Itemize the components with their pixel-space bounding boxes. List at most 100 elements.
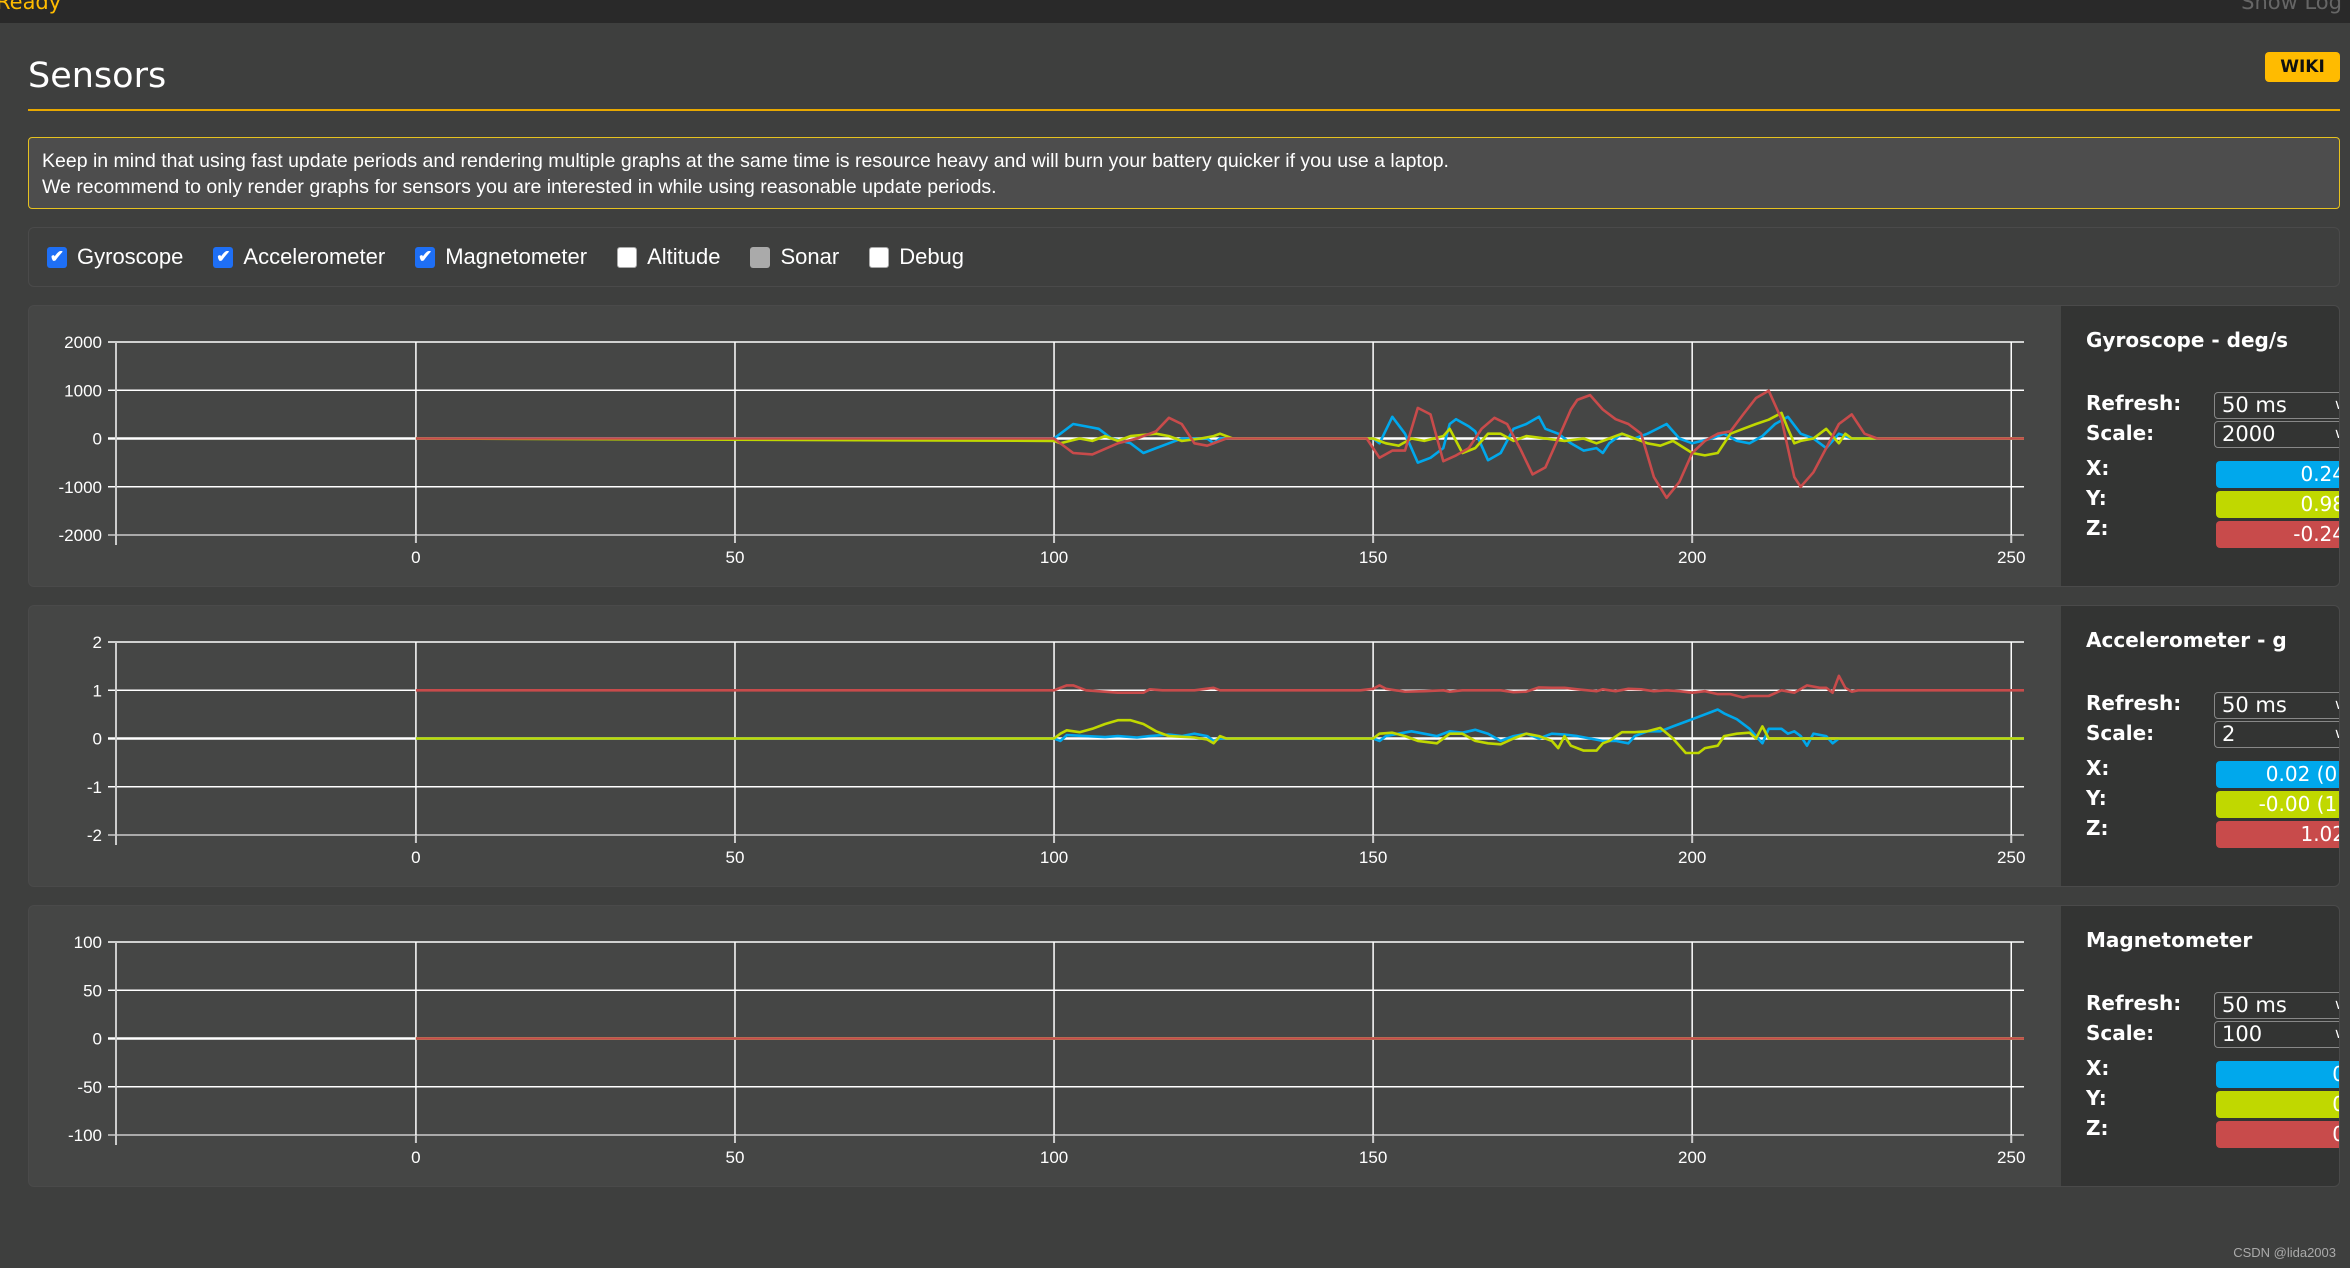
sensor-toggle-debug[interactable]: Debug <box>869 244 964 270</box>
checkbox-unchecked-icon[interactable] <box>617 246 638 268</box>
checkbox-unchecked-icon[interactable] <box>869 246 890 268</box>
checkbox-checked-icon[interactable]: ✔ <box>415 246 436 268</box>
y-tick-label: 2000 <box>64 333 102 352</box>
checkbox-checked-icon[interactable]: ✔ <box>213 246 234 268</box>
note-line-2: We recommend to only render graphs for s… <box>42 176 997 198</box>
sensor-toggle-label: Accelerometer <box>243 244 386 269</box>
z-value: 0 <box>2216 1121 2339 1148</box>
x-value: 0.24 <box>2216 461 2339 488</box>
sensor-toggle-sonar: Sonar <box>750 244 839 270</box>
chevron-down-icon: ∨ <box>2334 1022 2339 1046</box>
y-tick-label: -2000 <box>59 526 102 545</box>
chevron-down-icon: ∨ <box>2334 422 2339 446</box>
panel-title: Gyroscope - deg/s <box>2086 328 2289 352</box>
page-title: Sensors <box>28 56 167 96</box>
sensor-toggle-magnetometer[interactable]: ✔ Magnetometer <box>415 244 587 270</box>
series-z-line <box>415 674 2024 699</box>
y-value: -0.00 (1) <box>2216 791 2339 818</box>
checkbox-unchecked-icon[interactable] <box>750 246 771 268</box>
x-label: X: <box>2086 1056 2110 1080</box>
checkbox-checked-icon[interactable]: ✔ <box>47 246 67 268</box>
scale-select[interactable]: 100 ∨ <box>2214 1021 2339 1048</box>
sensor-toggles: ✔ Gyroscope ✔ Accelerometer ✔ Magnetometer Alt… <box>28 227 2340 287</box>
connection-status: Ready <box>0 0 62 14</box>
panel-title: Magnetometer <box>2086 928 2253 952</box>
y-tick-label: 0 <box>93 430 102 449</box>
x-tick-label: 50 <box>726 848 745 867</box>
refresh-select[interactable]: 50 ms ∨ <box>2214 992 2339 1019</box>
scale-value: 2 <box>2222 722 2236 746</box>
chevron-down-icon: ∨ <box>2334 993 2339 1017</box>
x-tick-label: 50 <box>726 1148 745 1167</box>
y-tick-label: -2 <box>87 826 102 845</box>
scale-value: 100 <box>2222 1022 2263 1046</box>
refresh-label: Refresh: <box>2086 691 2182 715</box>
performance-note: Keep in mind that using fast update peri… <box>28 137 2340 209</box>
chevron-down-icon: ∨ <box>2334 693 2339 717</box>
refresh-label: Refresh: <box>2086 391 2182 415</box>
y-tick-label: 0 <box>93 730 102 749</box>
x-tick-label: 50 <box>726 548 745 567</box>
y-tick-label: 1 <box>93 681 102 700</box>
sensor-toggle-label: Altitude <box>647 244 721 269</box>
y-value: 0.98 <box>2216 491 2339 518</box>
y-tick-label: 0 <box>93 1030 102 1049</box>
x-tick-label: 100 <box>1040 848 1068 867</box>
y-tick-label: 100 <box>74 933 102 952</box>
x-tick-label: 150 <box>1359 848 1387 867</box>
z-value: -0.24 <box>2216 521 2339 548</box>
gyroscope-panel: 2000 1000 0 -1000 -2000 0 50 100 150 200 250 Gyros… <box>28 305 2340 587</box>
scale-value: 2000 <box>2222 422 2276 446</box>
series-z-line <box>415 389 2024 500</box>
x-tick-label: 250 <box>1997 1148 2025 1167</box>
show-log-link[interactable]: Show Log <box>2241 0 2342 14</box>
magnetometer-chart: 100 50 0 -50 -100 0 50 100 150 200 250 <box>68 933 2025 1167</box>
x-value: 0.02 (0) <box>2216 761 2339 788</box>
refresh-value: 50 ms <box>2222 693 2287 717</box>
scale-label: Scale: <box>2086 421 2155 445</box>
x-tick-label: 200 <box>1678 848 1706 867</box>
y-label: Y: <box>2086 486 2107 510</box>
series-x-line <box>415 708 2024 747</box>
x-tick-label: 250 <box>1997 848 2025 867</box>
scale-select[interactable]: 2000 ∨ <box>2214 421 2339 448</box>
x-tick-label: 150 <box>1359 1148 1387 1167</box>
sensor-toggle-label: Sonar <box>780 244 840 269</box>
x-tick-label: 100 <box>1040 548 1068 567</box>
x-tick-label: 0 <box>411 848 420 867</box>
x-tick-label: 0 <box>411 548 420 567</box>
scale-label: Scale: <box>2086 1021 2155 1045</box>
z-value: 1.02 <box>2216 821 2339 848</box>
y-tick-label: 50 <box>83 981 102 1000</box>
y-tick-label: 2 <box>93 633 102 652</box>
refresh-select[interactable]: 50 ms ∨ <box>2214 692 2339 719</box>
y-value: 0 <box>2216 1091 2339 1118</box>
x-label: X: <box>2086 456 2110 480</box>
accelerometer-chart: 2 1 0 -1 -2 0 50 100 150 200 250 <box>87 633 2026 867</box>
y-tick-label: -100 <box>68 1126 102 1145</box>
note-line-1: Keep in mind that using fast update peri… <box>42 150 1449 172</box>
gyroscope-settings: Gyroscope - deg/s Refresh: 50 ms ∨ Scale:… <box>2061 306 2339 586</box>
chevron-down-icon: ∨ <box>2334 393 2339 417</box>
z-label: Z: <box>2086 1116 2109 1140</box>
x-tick-label: 150 <box>1359 548 1387 567</box>
top-status-bar: Ready Show Log <box>0 0 2350 23</box>
sensor-toggle-accelerometer[interactable]: ✔ Accelerometer <box>213 244 385 270</box>
y-tick-label: 1000 <box>64 381 102 400</box>
sensor-toggle-label: Gyroscope <box>77 244 184 269</box>
wiki-button[interactable]: WIKI <box>2265 52 2340 82</box>
sensor-toggle-altitude[interactable]: Altitude <box>617 244 720 270</box>
refresh-value: 50 ms <box>2222 393 2287 417</box>
y-tick-label: -1 <box>87 778 102 797</box>
refresh-label: Refresh: <box>2086 991 2182 1015</box>
x-tick-label: 200 <box>1678 548 1706 567</box>
y-tick-label: -1000 <box>59 478 102 497</box>
sensor-toggle-gyroscope[interactable]: ✔ Gyroscope <box>47 244 183 270</box>
refresh-select[interactable]: 50 ms ∨ <box>2214 392 2339 419</box>
gyroscope-chart: 2000 1000 0 -1000 -2000 0 50 100 150 200 250 <box>59 333 2026 567</box>
sensor-toggle-label: Magnetometer <box>445 244 588 269</box>
x-tick-label: 250 <box>1997 548 2025 567</box>
x-tick-label: 0 <box>411 1148 420 1167</box>
chevron-down-icon: ∨ <box>2334 722 2339 746</box>
scale-select[interactable]: 2∨ <box>2214 721 2339 748</box>
